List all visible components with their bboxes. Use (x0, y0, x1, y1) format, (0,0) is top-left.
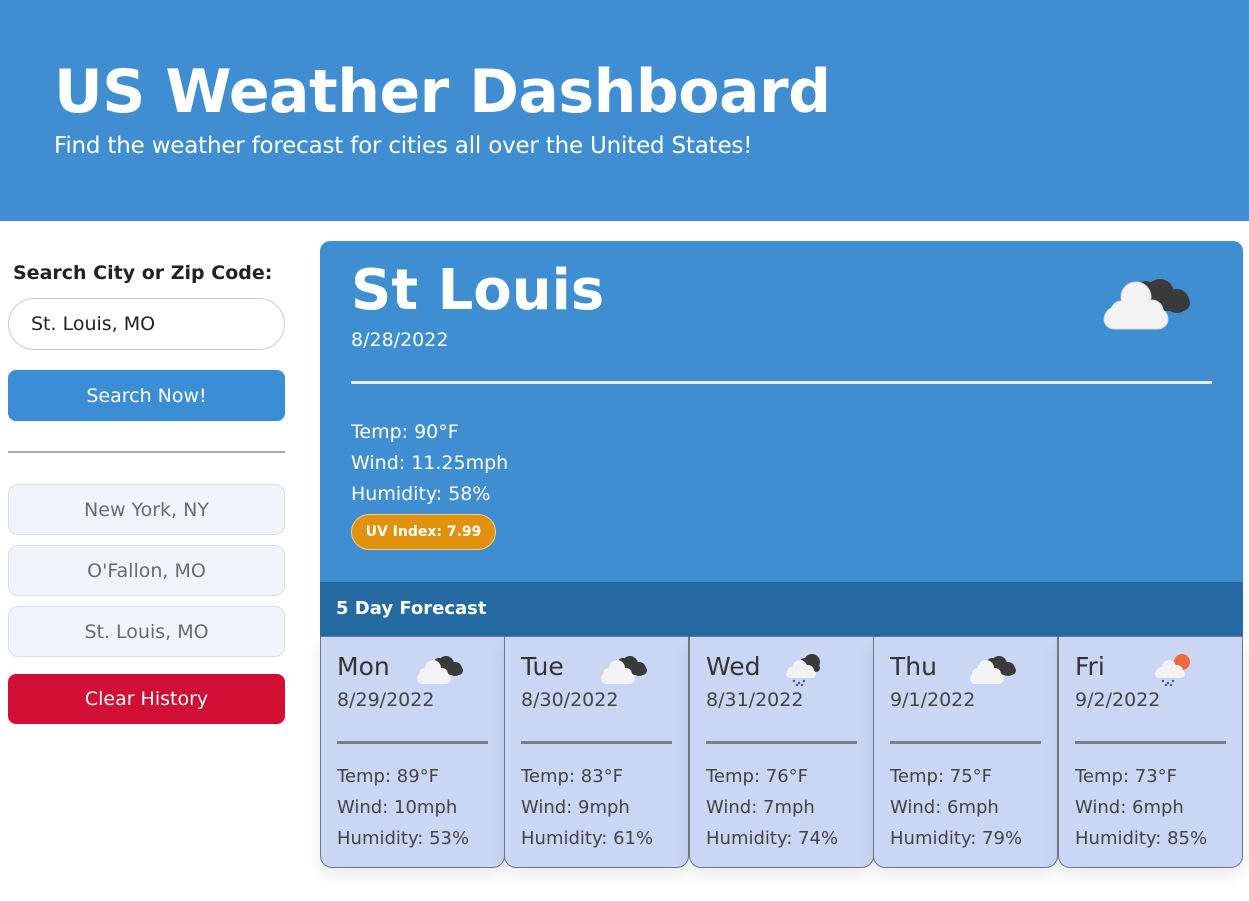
forecast-date: 9/2/2022 (1075, 689, 1161, 711)
forecast-card-fri: Fri 9/2/2022 Temp: 73°F Wind: 6mph Humid… (1058, 636, 1243, 868)
forecast-wind: Wind: 10mph (337, 797, 458, 818)
forecast-divider (521, 741, 672, 744)
history-item-new-york[interactable]: New York, NY (8, 484, 285, 535)
current-wind: Wind: 11.25mph (351, 452, 509, 474)
search-button[interactable]: Search Now! (8, 370, 285, 421)
forecast-card-thu: Thu 9/1/2022 Temp: 75°F Wind: 6mph Humid… (873, 636, 1058, 868)
forecast-card-mon: Mon 8/29/2022 Temp: 89°F Wind: 10mph Hum… (320, 636, 505, 868)
sidebar-divider (8, 451, 285, 453)
cloudy-icon (417, 656, 463, 684)
search-input[interactable] (8, 298, 285, 350)
forecast-temp: Temp: 75°F (890, 766, 993, 787)
forecast-date: 8/29/2022 (337, 689, 435, 711)
history-item-st-louis[interactable]: St. Louis, MO (8, 606, 285, 657)
clear-history-button[interactable]: Clear History (8, 674, 285, 724)
rain-cloud-icon (786, 654, 820, 686)
forecast-card-wed: Wed 8/31/2022 Temp: 76°F Wind: 7mph Humi… (689, 636, 874, 868)
forecast-temp: Temp: 76°F (706, 766, 809, 787)
forecast-card-tue: Tue 8/30/2022 Temp: 83°F Wind: 9mph Humi… (504, 636, 689, 868)
current-divider (351, 381, 1212, 384)
search-label: Search City or Zip Code: (13, 262, 273, 284)
forecast-wind: Wind: 6mph (890, 797, 999, 818)
forecast-day: Thu (890, 652, 937, 681)
forecast-day: Fri (1075, 652, 1105, 681)
forecast-wind: Wind: 9mph (521, 797, 630, 818)
forecast-title: 5 Day Forecast (336, 598, 487, 619)
forecast-wind: Wind: 6mph (1075, 797, 1184, 818)
forecast-cards: Mon 8/29/2022 Temp: 89°F Wind: 10mph Hum… (320, 636, 1243, 869)
forecast-temp: Temp: 73°F (1075, 766, 1178, 787)
forecast-humidity: Humidity: 53% (337, 828, 470, 849)
forecast-date: 9/1/2022 (890, 689, 976, 711)
current-humidity: Humidity: 58% (351, 483, 491, 505)
page-subtitle: Find the weather forecast for cities all… (54, 133, 753, 159)
current-city: St Louis (351, 258, 605, 323)
page-title: US Weather Dashboard (54, 57, 831, 127)
forecast-day: Mon (337, 652, 390, 681)
forecast-header: 5 Day Forecast (320, 582, 1243, 636)
forecast-divider (706, 741, 857, 744)
forecast-humidity: Humidity: 85% (1075, 828, 1208, 849)
forecast-wind: Wind: 7mph (706, 797, 815, 818)
page-header: US Weather Dashboard Find the weather fo… (0, 0, 1249, 221)
forecast-temp: Temp: 89°F (337, 766, 440, 787)
forecast-date: 8/31/2022 (706, 689, 804, 711)
forecast-humidity: Humidity: 61% (521, 828, 654, 849)
forecast-temp: Temp: 83°F (521, 766, 624, 787)
history-item-ofallon[interactable]: O'Fallon, MO (8, 545, 285, 596)
cloudy-icon (601, 656, 647, 684)
current-weather-panel: St Louis 8/28/2022 Temp: 90°F Wind: 11.2… (320, 241, 1243, 584)
uv-index-badge: UV Index: 7.99 (351, 514, 496, 550)
current-date: 8/28/2022 (351, 329, 449, 351)
forecast-humidity: Humidity: 74% (706, 828, 839, 849)
forecast-day: Tue (521, 652, 564, 681)
sun-rain-cloud-icon (1155, 654, 1190, 686)
forecast-divider (337, 741, 488, 744)
forecast-humidity: Humidity: 79% (890, 828, 1023, 849)
current-temp: Temp: 90°F (351, 421, 459, 443)
forecast-divider (1075, 741, 1226, 744)
cloudy-icon (1103, 279, 1190, 330)
forecast-divider (890, 741, 1041, 744)
forecast-date: 8/30/2022 (521, 689, 619, 711)
cloudy-icon (970, 656, 1016, 684)
forecast-day: Wed (706, 652, 761, 681)
